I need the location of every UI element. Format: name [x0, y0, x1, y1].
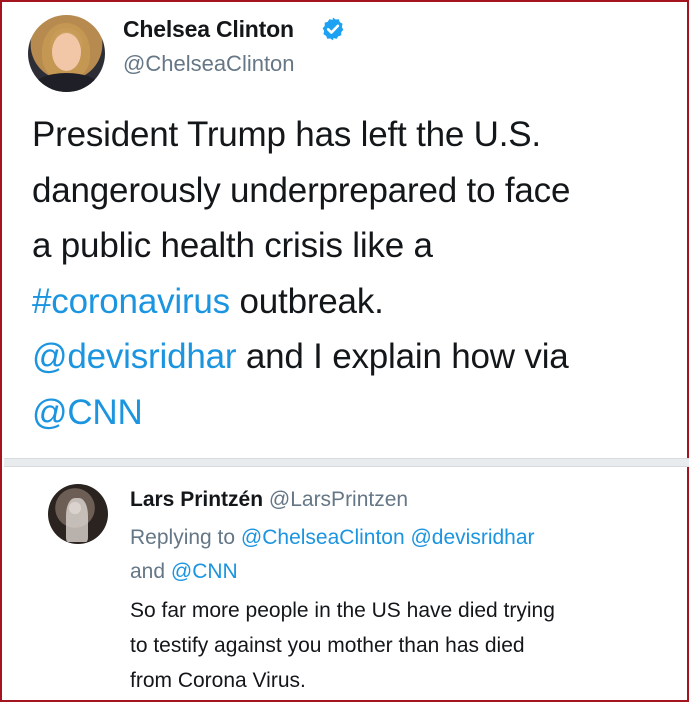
- reply-text-line: from Corona Virus.: [130, 669, 306, 692]
- reply-tweet[interactable]: Lars Printzén @LarsPrintzen Replying to …: [2, 467, 687, 702]
- tweet-text-line: #coronavirus outbreak.: [32, 274, 682, 330]
- reply-body: So far more people in the US have died t…: [130, 593, 675, 698]
- verified-badge-icon: [322, 17, 344, 41]
- reply-author-handle[interactable]: @LarsPrintzen: [269, 488, 408, 511]
- tweet-text-line: a public health crisis like a: [32, 218, 682, 274]
- avatar-face: [52, 33, 81, 71]
- mention-link[interactable]: @devisridhar: [410, 526, 534, 549]
- author-handle[interactable]: @ChelseaClinton: [123, 51, 295, 77]
- mention-link[interactable]: @CNN: [171, 560, 238, 583]
- thread-divider: [4, 458, 689, 467]
- screenshot-frame: Chelsea Clinton @ChelseaClinton Presiden…: [0, 0, 689, 702]
- replying-to: Replying to @ChelseaClinton @devisridhar…: [130, 521, 670, 589]
- reply-author: Lars Printzén @LarsPrintzen: [130, 488, 408, 512]
- mention-link[interactable]: @devisridhar: [32, 337, 237, 376]
- replying-to-and: and: [130, 560, 171, 583]
- tweet-text-segment: and I explain how via: [236, 337, 569, 376]
- avatar[interactable]: [28, 15, 105, 92]
- reply-author-name[interactable]: Lars Printzén: [130, 488, 263, 511]
- tweet-text-segment: President Trump has left the U.S.: [32, 115, 541, 154]
- replying-to-line-1: Replying to @ChelseaClinton @devisridhar: [130, 521, 670, 555]
- author-name[interactable]: Chelsea Clinton: [123, 16, 294, 43]
- mention-link[interactable]: @CNN: [32, 393, 143, 432]
- reply-avatar-figure: [66, 498, 88, 542]
- hashtag-link[interactable]: #coronavirus: [32, 282, 230, 321]
- original-tweet[interactable]: Chelsea Clinton @ChelseaClinton Presiden…: [2, 2, 687, 457]
- tweet-text-segment: dangerously underprepared to face: [32, 170, 571, 210]
- replying-to-line-2: and @CNN: [130, 555, 670, 589]
- avatar-shoulders: [32, 73, 101, 92]
- reply-text-line: So far more people in the US have died t…: [130, 599, 555, 622]
- reply-avatar[interactable]: [48, 484, 108, 544]
- replying-to-prefix: Replying to: [130, 526, 241, 549]
- tweet-text-line: @CNN: [32, 385, 682, 441]
- tweet-text-line: President Trump has left the U.S.: [32, 107, 682, 163]
- tweet-text-line: dangerously underprepared to face: [32, 163, 682, 219]
- tweet-body: President Trump has left the U.S. dangero…: [32, 107, 682, 440]
- reply-text-line: to testify against you mother than has d…: [130, 634, 525, 657]
- tweet-text-line: @devisridhar and I explain how via: [32, 329, 682, 385]
- mention-link[interactable]: @ChelseaClinton: [241, 526, 405, 549]
- tweet-text-segment: a public health crisis like a: [32, 226, 433, 265]
- tweet-text-segment: outbreak.: [229, 281, 384, 321]
